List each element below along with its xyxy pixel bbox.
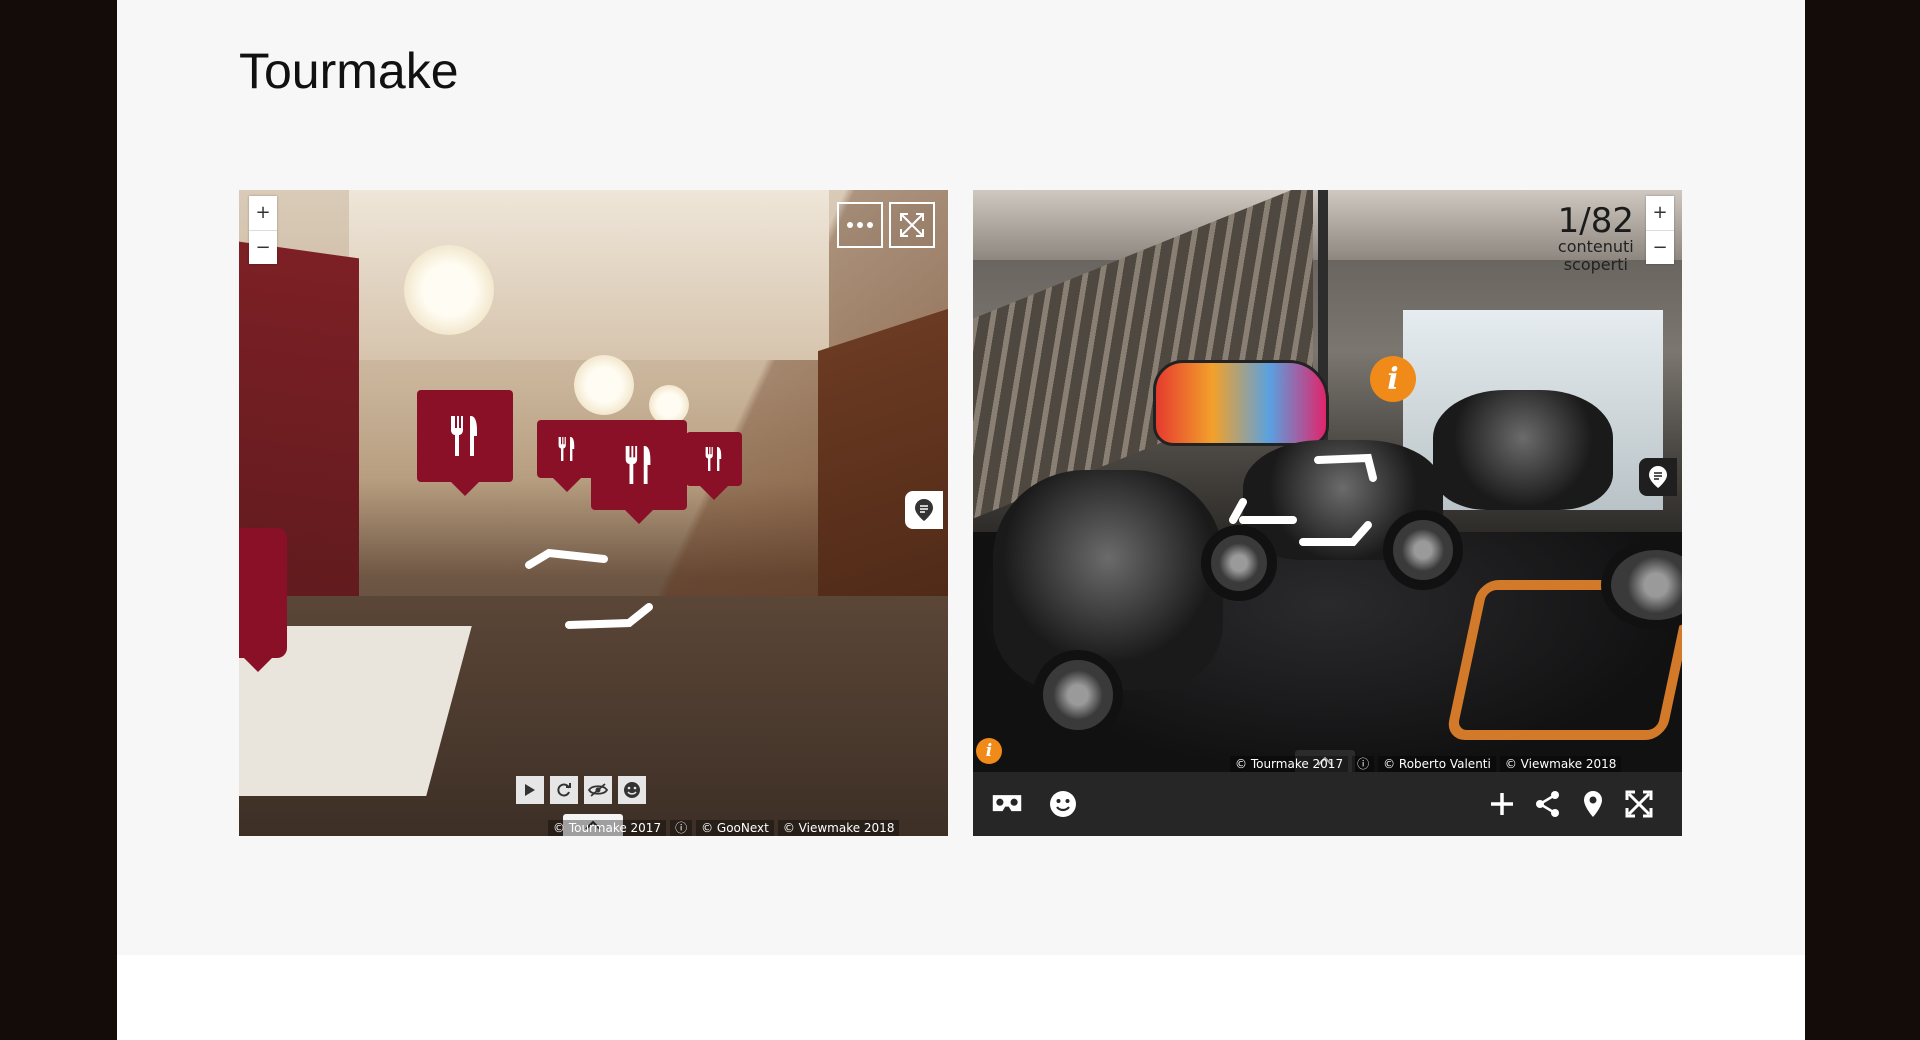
wheel bbox=[1033, 650, 1123, 740]
zoom-control[interactable]: + − bbox=[249, 196, 277, 264]
vr-headset-icon bbox=[992, 795, 1022, 812]
more-button[interactable] bbox=[837, 202, 883, 248]
navigation-arrows[interactable] bbox=[519, 545, 669, 645]
zoom-out-button[interactable]: − bbox=[249, 229, 277, 265]
panorama-scene[interactable] bbox=[239, 190, 948, 836]
info-hotspot[interactable]: i bbox=[976, 738, 1002, 764]
lamp bbox=[574, 355, 634, 415]
zoom-in-button[interactable]: + bbox=[1646, 196, 1674, 230]
zoom-out-button[interactable]: − bbox=[1646, 229, 1674, 265]
credit-viewmake[interactable]: © Viewmake 2018 bbox=[1499, 756, 1622, 772]
credit-roberto-valenti[interactable]: © Roberto Valenti bbox=[1378, 756, 1496, 772]
plus-icon bbox=[1491, 793, 1513, 815]
page-title: Tourmake bbox=[239, 43, 459, 99]
map-pin-icon bbox=[1584, 791, 1602, 817]
hide-hotspots-button[interactable] bbox=[584, 776, 612, 804]
rotate-icon bbox=[557, 783, 571, 797]
virtual-tour-viewer-moto[interactable]: i i 1/82 contenuti scoperti + − © Tourma… bbox=[973, 190, 1682, 836]
zoom-in-button[interactable]: + bbox=[249, 196, 277, 230]
virtual-tour-viewer-restaurant[interactable]: + − © Tourmake 2017 ⓘ © GooNext © Viewma… bbox=[239, 190, 948, 836]
credit-tourmake[interactable]: © Tourmake 2017 bbox=[548, 820, 667, 836]
fullscreen-button[interactable] bbox=[1623, 788, 1655, 820]
emotions-button[interactable] bbox=[618, 776, 646, 804]
motorcycle bbox=[1433, 390, 1613, 510]
comments-button[interactable] bbox=[905, 491, 943, 529]
counter-value: 1/82 bbox=[1557, 201, 1634, 241]
fork-knife-icon bbox=[558, 437, 575, 461]
smiley-icon bbox=[624, 782, 640, 798]
map-location-button[interactable] bbox=[1577, 788, 1609, 820]
comment-icon bbox=[915, 499, 933, 521]
content-area: Tourmake + − © Tourmake 2017 ⓘ © GooNext… bbox=[117, 0, 1805, 955]
fullscreen-icon bbox=[1625, 790, 1653, 818]
fork-knife-icon bbox=[451, 416, 477, 456]
vr-mode-button[interactable] bbox=[991, 788, 1023, 820]
motorcycle bbox=[993, 470, 1223, 690]
restaurant-poi-marker[interactable] bbox=[239, 528, 287, 672]
viewer-toolbar bbox=[973, 772, 1682, 836]
share-icon bbox=[1536, 791, 1559, 817]
restaurant-poi-marker[interactable] bbox=[686, 432, 742, 500]
zoom-control[interactable]: + − bbox=[1646, 196, 1674, 264]
lamp bbox=[404, 245, 494, 335]
credit-viewmake[interactable]: © Viewmake 2018 bbox=[777, 820, 900, 836]
discovered-counter: 1/82 contenuti scoperti bbox=[1558, 204, 1634, 274]
play-button[interactable] bbox=[516, 776, 544, 804]
restaurant-poi-marker[interactable] bbox=[537, 420, 597, 492]
counter-label: contenuti bbox=[1557, 237, 1634, 256]
wheel bbox=[1383, 510, 1463, 590]
fullscreen-button[interactable] bbox=[889, 202, 935, 248]
credit-tourmake[interactable]: © Tourmake 2017 bbox=[1230, 756, 1349, 772]
share-button[interactable] bbox=[1532, 788, 1564, 820]
lamp bbox=[649, 385, 689, 425]
fullscreen-icon bbox=[900, 213, 924, 237]
comment-icon bbox=[1649, 466, 1667, 488]
comments-button[interactable] bbox=[1639, 458, 1677, 496]
page: Tourmake + − © Tourmake 2017 ⓘ © GooNext… bbox=[117, 0, 1805, 1040]
restaurant-poi-marker[interactable] bbox=[591, 420, 687, 524]
credits-bar: © Tourmake 2017 ⓘ © GooNext © Viewmake 2… bbox=[548, 820, 900, 836]
smiley-icon bbox=[1050, 791, 1076, 817]
navigation-arrows[interactable] bbox=[1223, 450, 1393, 560]
info-icon: i bbox=[1387, 361, 1399, 397]
credits-bar: © Tourmake 2017 ⓘ © Roberto Valenti © Vi… bbox=[1230, 756, 1622, 772]
credit-goonext[interactable]: © GooNext bbox=[696, 820, 774, 836]
play-icon bbox=[525, 784, 535, 796]
painted-motorcycle-artwork bbox=[1153, 360, 1329, 446]
rotate-button[interactable] bbox=[550, 776, 578, 804]
info-icon: i bbox=[985, 741, 993, 761]
hide-icon bbox=[588, 783, 608, 797]
restaurant-poi-marker[interactable] bbox=[417, 390, 513, 496]
add-button[interactable] bbox=[1486, 788, 1518, 820]
counter-label: scoperti bbox=[1563, 255, 1628, 274]
fork-knife-icon bbox=[625, 446, 651, 484]
emotions-button[interactable] bbox=[1047, 788, 1079, 820]
info-hotspot[interactable]: i bbox=[1370, 356, 1416, 402]
more-icon bbox=[847, 222, 873, 228]
credit-info[interactable]: ⓘ bbox=[670, 820, 693, 836]
credit-info[interactable]: ⓘ bbox=[1352, 756, 1375, 772]
playback-controls bbox=[516, 776, 646, 804]
fork-knife-icon bbox=[705, 447, 722, 471]
